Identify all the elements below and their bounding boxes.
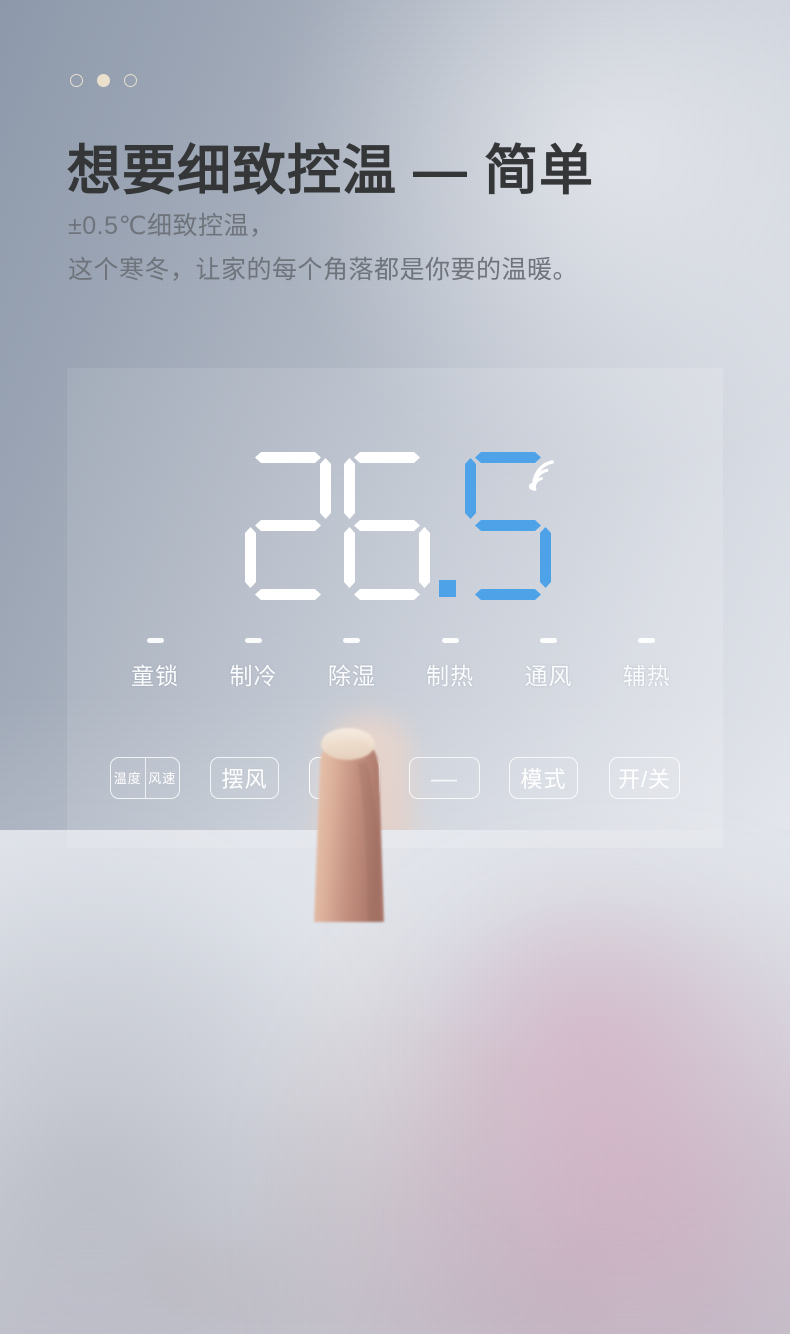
- segment-f: [245, 458, 256, 519]
- minus-icon: —: [431, 763, 458, 793]
- mode-dehumidify[interactable]: 除湿: [303, 638, 401, 691]
- mode-label: 辅热: [622, 663, 671, 689]
- segment-e: [245, 527, 256, 588]
- mode-heating[interactable]: 制热: [401, 638, 499, 691]
- dehumidify-indicator-icon: [343, 638, 361, 643]
- mode-child-lock[interactable]: 童锁: [106, 638, 204, 691]
- power-button-label: 开/关: [617, 767, 672, 792]
- background-pink-glow-inner: [420, 884, 750, 1214]
- button-row: 温度 风速 摆风 + — 模式 开/关: [110, 757, 690, 799]
- segment-g: [255, 520, 321, 531]
- mode-label: 除湿: [327, 663, 376, 689]
- mode-aux-heat[interactable]: 辅热: [598, 638, 696, 691]
- plus-icon: +: [335, 761, 354, 794]
- segment-c: [320, 527, 331, 588]
- mode-label: 制热: [426, 663, 475, 689]
- seven-segment-digit-2: [245, 452, 331, 600]
- heating-indicator-icon: [441, 638, 459, 643]
- mode-label: 童锁: [131, 663, 180, 689]
- aux-heat-indicator-icon: [638, 638, 656, 643]
- temperature-display: [245, 452, 564, 600]
- fan-label-top: 风速: [148, 770, 177, 786]
- temp-column: 温度: [111, 758, 146, 798]
- segment-f: [344, 458, 355, 519]
- segment-a: [354, 452, 420, 463]
- segment-b: [419, 458, 430, 519]
- temp-label-top: 温度: [113, 770, 142, 786]
- decrease-button[interactable]: —: [409, 757, 480, 799]
- pagination-dot-1[interactable]: [70, 74, 83, 87]
- segment-d: [475, 589, 541, 600]
- segment-d: [255, 589, 321, 600]
- segment-e: [465, 527, 476, 588]
- pagination-dot-2-active[interactable]: [97, 74, 110, 87]
- child-lock-indicator-icon: [146, 638, 164, 643]
- segment-c: [540, 527, 551, 588]
- segment-d: [354, 589, 420, 600]
- pagination-dot-3[interactable]: [124, 74, 137, 87]
- mode-ventilation[interactable]: 通风: [499, 638, 597, 691]
- mode-button-label: 模式: [520, 767, 567, 792]
- mode-cooling[interactable]: 制冷: [204, 638, 302, 691]
- product-hero-screen: 想要细致控温 — 简单 ±0.5℃细致控温， 这个寒冬，让家的每个角落都是你要的…: [0, 0, 790, 1334]
- seven-segment-digit-6: [344, 452, 430, 600]
- mode-button[interactable]: 模式: [509, 757, 578, 799]
- segment-c: [419, 527, 430, 588]
- page-title: 想要细致控温 — 简单: [67, 141, 595, 201]
- segment-b: [320, 458, 331, 519]
- subtitle-line-2: 这个寒冬，让家的每个角落都是你要的温暖。: [68, 256, 579, 284]
- swing-button[interactable]: 摆风: [210, 757, 279, 799]
- mode-label: 制冷: [229, 663, 278, 689]
- segment-g: [475, 520, 541, 531]
- fan-column: 风速: [146, 758, 180, 798]
- segment-e: [344, 527, 355, 588]
- temp-fan-button[interactable]: 温度 风速: [110, 757, 180, 799]
- page-subtitle: ±0.5℃细致控温， 这个寒冬，让家的每个角落都是你要的温暖。: [68, 204, 578, 292]
- segment-a: [255, 452, 321, 463]
- swing-button-label: 摆风: [221, 767, 268, 792]
- wifi-icon: [521, 453, 567, 499]
- increase-button[interactable]: +: [309, 757, 380, 799]
- pagination-dots[interactable]: [70, 74, 137, 87]
- decimal-point: [439, 580, 456, 597]
- cooling-indicator-icon: [244, 638, 262, 643]
- fan-indicator-icon: [539, 638, 557, 643]
- mode-indicator-row: 童锁 制冷 除湿 制热 通风 辅热: [106, 638, 696, 691]
- segment-g: [354, 520, 420, 531]
- segment-f: [465, 458, 476, 519]
- power-button[interactable]: 开/关: [609, 757, 680, 799]
- subtitle-line-1: ±0.5℃细致控温，: [68, 212, 275, 240]
- mode-label: 通风: [524, 663, 573, 689]
